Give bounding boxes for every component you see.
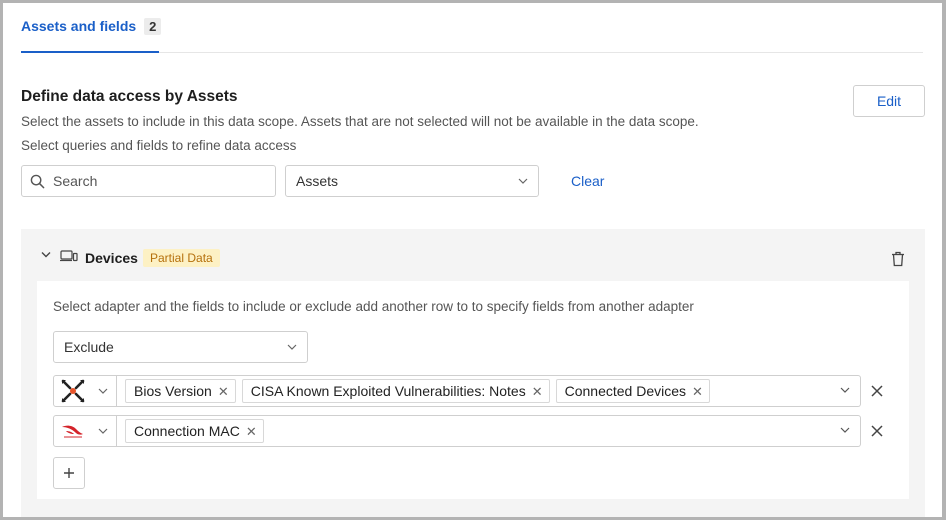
fields-multiselect[interactable]: Bios Version ✕ CISA Known Exploited Vuln…	[117, 375, 861, 407]
chip-remove-icon[interactable]: ✕	[530, 385, 545, 398]
tab-bar: Assets and fields 2	[21, 3, 923, 53]
field-chip-label: Connection MAC	[134, 423, 240, 439]
remove-row-icon[interactable]	[871, 425, 883, 437]
field-chip: CISA Known Exploited Vulnerabilities: No…	[241, 379, 550, 403]
crossed-arrows-adapter-icon	[61, 379, 85, 403]
section-title: Define data access by Assets	[21, 88, 238, 105]
tab-count-badge: 2	[144, 17, 162, 35]
section-subtitle: Select queries and fields to refine data…	[21, 138, 297, 153]
adapter-fields-section: Select adapter and the fields to include…	[37, 281, 909, 499]
chevron-down-icon	[518, 178, 528, 184]
clear-link[interactable]: Clear	[571, 173, 604, 189]
partial-data-badge: Partial Data	[143, 249, 220, 267]
fields-multiselect[interactable]: Connection MAC ✕	[117, 415, 861, 447]
include-exclude-select[interactable]: Exclude	[53, 331, 308, 363]
chevron-down-icon[interactable]	[840, 427, 850, 433]
adapter-description: Select adapter and the fields to include…	[53, 299, 694, 314]
chip-remove-icon[interactable]: ✕	[244, 425, 259, 438]
search-field[interactable]	[21, 165, 276, 197]
plus-icon	[64, 468, 74, 478]
field-chip: Bios Version ✕	[125, 379, 236, 403]
field-chip-label: Bios Version	[134, 383, 212, 399]
assets-select[interactable]: Assets	[285, 165, 539, 197]
trash-icon[interactable]	[891, 251, 905, 267]
add-row-button[interactable]	[53, 457, 85, 489]
page-frame: Assets and fields 2 Define data access b…	[3, 3, 942, 517]
devices-panel-header: Devices Partial Data	[21, 229, 925, 279]
chevron-down-icon	[287, 344, 297, 350]
collapse-chevron-icon[interactable]	[41, 251, 51, 258]
active-tab-indicator	[21, 51, 159, 53]
field-chip-label: CISA Known Exploited Vulnerabilities: No…	[250, 383, 526, 399]
chip-remove-icon[interactable]: ✕	[690, 385, 705, 398]
chevron-down-icon[interactable]	[840, 387, 850, 393]
mode-select-value: Exclude	[64, 339, 114, 355]
devices-icon	[60, 250, 78, 262]
chevron-down-icon	[98, 428, 108, 434]
search-input[interactable]	[53, 173, 253, 189]
search-icon	[30, 174, 45, 188]
tab-assets-and-fields[interactable]: Assets and fields 2	[21, 3, 162, 53]
chevron-down-icon	[98, 388, 108, 394]
chip-remove-icon[interactable]: ✕	[216, 385, 231, 398]
devices-label: Devices	[85, 250, 138, 266]
adapter-select[interactable]	[53, 415, 117, 447]
field-chip: Connected Devices ✕	[555, 379, 710, 403]
edit-button[interactable]: Edit	[853, 85, 925, 117]
field-chip-label: Connected Devices	[564, 383, 687, 399]
adapter-select[interactable]	[53, 375, 117, 407]
tab-label: Assets and fields	[21, 18, 137, 34]
falcon-adapter-icon	[62, 425, 83, 438]
field-chip: Connection MAC ✕	[125, 419, 264, 443]
devices-panel: Devices Partial Data Select adapter and …	[21, 229, 925, 517]
remove-row-icon[interactable]	[871, 385, 883, 397]
section-description: Select the assets to include in this dat…	[21, 114, 699, 129]
assets-select-value: Assets	[296, 173, 339, 189]
